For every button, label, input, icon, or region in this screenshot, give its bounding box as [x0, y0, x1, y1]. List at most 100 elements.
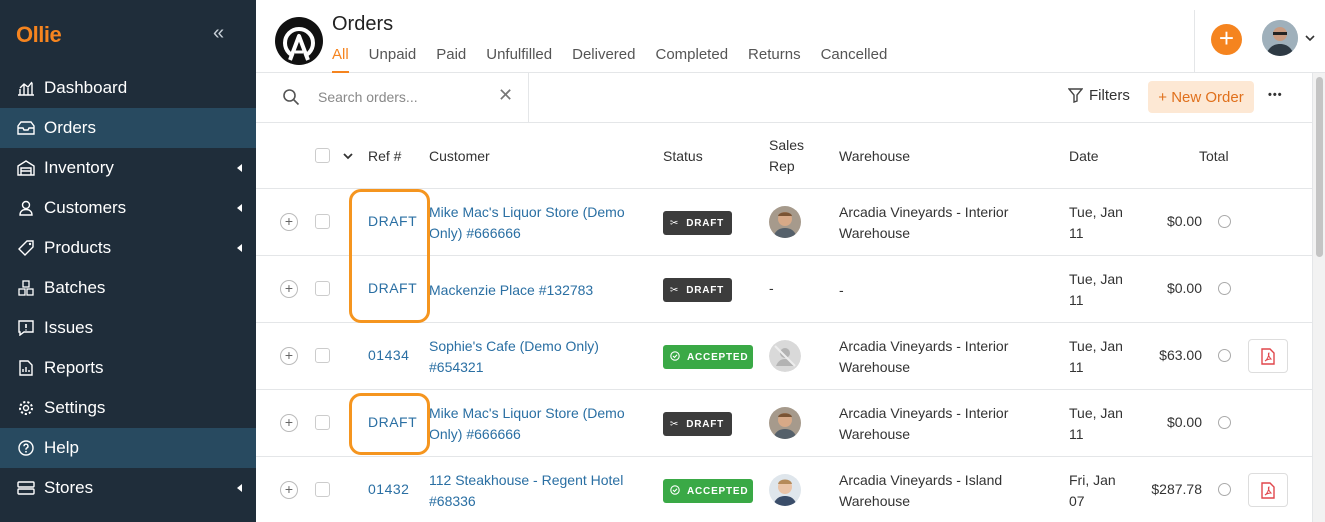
- sidebar-item-label: Reports: [44, 358, 104, 377]
- tab-unfulfilled[interactable]: Unfulfilled: [486, 46, 552, 73]
- column-sales-rep-line1[interactable]: Sales: [769, 137, 804, 153]
- customer-link[interactable]: Mackenzie Place #132783: [429, 280, 649, 301]
- payment-status-icon[interactable]: [1218, 483, 1231, 496]
- column-customer[interactable]: Customer: [429, 148, 490, 164]
- date-line: Tue, Jan: [1069, 204, 1123, 220]
- expand-caret-icon: [237, 204, 242, 212]
- column-total[interactable]: Total: [1199, 148, 1229, 164]
- table-row[interactable]: + 01432 112 Steakhouse - Regent Hotel #6…: [256, 457, 1312, 522]
- order-ref[interactable]: DRAFT: [368, 280, 417, 296]
- tab-returns[interactable]: Returns: [748, 46, 801, 73]
- quick-add-button[interactable]: +: [1211, 24, 1242, 55]
- scrollbar-thumb[interactable]: [1316, 77, 1323, 257]
- status-label: DRAFT: [686, 418, 725, 430]
- row-checkbox[interactable]: [315, 348, 330, 363]
- payment-status-icon[interactable]: [1218, 215, 1231, 228]
- payment-status-icon[interactable]: [1218, 282, 1231, 295]
- filters-label: Filters: [1089, 87, 1130, 104]
- sidebar-item-dashboard[interactable]: Dashboard: [0, 68, 256, 108]
- expand-row-icon[interactable]: +: [280, 481, 298, 499]
- tab-unpaid[interactable]: Unpaid: [369, 46, 417, 73]
- warehouse-line: Warehouse: [839, 225, 911, 241]
- customer-line: Only) #666666: [429, 426, 521, 442]
- status-label: DRAFT: [686, 284, 725, 296]
- order-date: Fri, Jan 07: [1069, 470, 1139, 512]
- warehouse-name: Arcadia Vineyards - Island Warehouse: [839, 470, 1039, 512]
- tab-paid[interactable]: Paid: [436, 46, 466, 73]
- draft-tools-icon: ✂: [670, 284, 680, 296]
- select-menu-chevron-icon[interactable]: [343, 147, 353, 163]
- expand-row-icon[interactable]: +: [280, 347, 298, 365]
- sidebar-item-reports[interactable]: Reports: [0, 348, 256, 388]
- sidebar-item-help[interactable]: Help: [0, 428, 256, 468]
- sidebar-item-products[interactable]: Products: [0, 228, 256, 268]
- expand-row-icon[interactable]: +: [280, 213, 298, 231]
- column-ref[interactable]: Ref #: [368, 148, 401, 164]
- order-ref[interactable]: 01432: [368, 481, 409, 497]
- payment-status-icon[interactable]: [1218, 349, 1231, 362]
- order-ref[interactable]: DRAFT: [368, 213, 417, 229]
- sidebar-item-customers[interactable]: Customers: [0, 188, 256, 228]
- tab-all[interactable]: All: [332, 46, 349, 73]
- ollie-logo[interactable]: Ollie: [16, 22, 62, 48]
- row-checkbox[interactable]: [315, 415, 330, 430]
- customer-link[interactable]: Mike Mac's Liquor Store (Demo Only) #666…: [429, 202, 649, 244]
- draft-tools-icon: ✂: [670, 217, 680, 229]
- expand-row-icon[interactable]: +: [280, 414, 298, 432]
- status-label: ACCEPTED: [687, 485, 749, 497]
- pdf-download-button[interactable]: [1248, 473, 1288, 507]
- customer-link[interactable]: Mike Mac's Liquor Store (Demo Only) #666…: [429, 403, 649, 445]
- sidebar-item-label: Products: [44, 238, 112, 257]
- column-warehouse[interactable]: Warehouse: [839, 148, 910, 164]
- page-title: Orders: [332, 13, 394, 35]
- sidebar-item-stores[interactable]: Stores: [0, 468, 256, 508]
- expand-row-icon[interactable]: +: [280, 280, 298, 298]
- table-row[interactable]: + DRAFT Mike Mac's Liquor Store (Demo On…: [256, 189, 1312, 256]
- table-row[interactable]: + DRAFT Mackenzie Place #132783 ✂ DRAFT …: [256, 256, 1312, 323]
- column-sales-rep-line2[interactable]: Rep: [769, 158, 795, 174]
- order-total: $0.00: [1166, 280, 1202, 296]
- chevron-down-icon[interactable]: [1305, 34, 1315, 45]
- sidebar-item-inventory[interactable]: Inventory: [0, 148, 256, 188]
- sidebar-item-orders[interactable]: Orders: [0, 108, 256, 148]
- table-row[interactable]: + 01434 Sophie's Cafe (Demo Only) #65432…: [256, 323, 1312, 390]
- order-ref[interactable]: 01434: [368, 347, 409, 363]
- warehouse-name: Arcadia Vineyards - Interior Warehouse: [839, 403, 1039, 445]
- customer-line: #654321: [429, 359, 484, 375]
- tab-completed[interactable]: Completed: [656, 46, 729, 73]
- table-row[interactable]: + DRAFT Mike Mac's Liquor Store (Demo On…: [256, 390, 1312, 457]
- row-checkbox[interactable]: [315, 214, 330, 229]
- user-avatar[interactable]: [1262, 20, 1298, 56]
- row-checkbox[interactable]: [315, 281, 330, 296]
- column-status[interactable]: Status: [663, 148, 703, 164]
- date-line: Tue, Jan: [1069, 338, 1123, 354]
- tab-cancelled[interactable]: Cancelled: [821, 46, 888, 73]
- tab-delivered[interactable]: Delivered: [572, 46, 635, 73]
- customer-link[interactable]: Sophie's Cafe (Demo Only) #654321: [429, 336, 649, 378]
- pdf-download-button[interactable]: [1248, 339, 1288, 373]
- warehouse-name: Arcadia Vineyards - Interior Warehouse: [839, 336, 1039, 378]
- sidebar-item-issues[interactable]: Issues: [0, 308, 256, 348]
- sidebar-item-settings[interactable]: Settings: [0, 388, 256, 428]
- table-header: Ref # Customer Status Sales Rep Warehous…: [256, 123, 1312, 189]
- sidebar-item-batches[interactable]: Batches: [0, 268, 256, 308]
- status-badge: ✂ DRAFT: [663, 278, 732, 302]
- customer-line: Mike Mac's Liquor Store (Demo: [429, 204, 625, 220]
- row-checkbox[interactable]: [315, 482, 330, 497]
- new-order-button[interactable]: + New Order: [1148, 81, 1254, 113]
- column-date[interactable]: Date: [1069, 148, 1099, 164]
- status-badge: ✂ DRAFT: [663, 211, 732, 235]
- customer-link[interactable]: 112 Steakhouse - Regent Hotel #68336: [429, 470, 649, 512]
- more-options-icon[interactable]: •••: [1268, 89, 1283, 101]
- filters-button[interactable]: Filters: [1068, 87, 1130, 104]
- pdf-icon: [1261, 481, 1275, 499]
- payment-status-icon[interactable]: [1218, 416, 1231, 429]
- select-all-checkbox[interactable]: [315, 148, 330, 163]
- scrollbar[interactable]: [1312, 73, 1325, 522]
- clear-search-icon[interactable]: ✕: [498, 85, 513, 106]
- status-badge: ACCEPTED: [663, 345, 753, 369]
- order-ref[interactable]: DRAFT: [368, 414, 417, 430]
- search-input[interactable]: [318, 85, 488, 109]
- collapse-sidebar-icon[interactable]: «: [213, 22, 224, 45]
- sidebar-item-label: Stores: [44, 478, 94, 497]
